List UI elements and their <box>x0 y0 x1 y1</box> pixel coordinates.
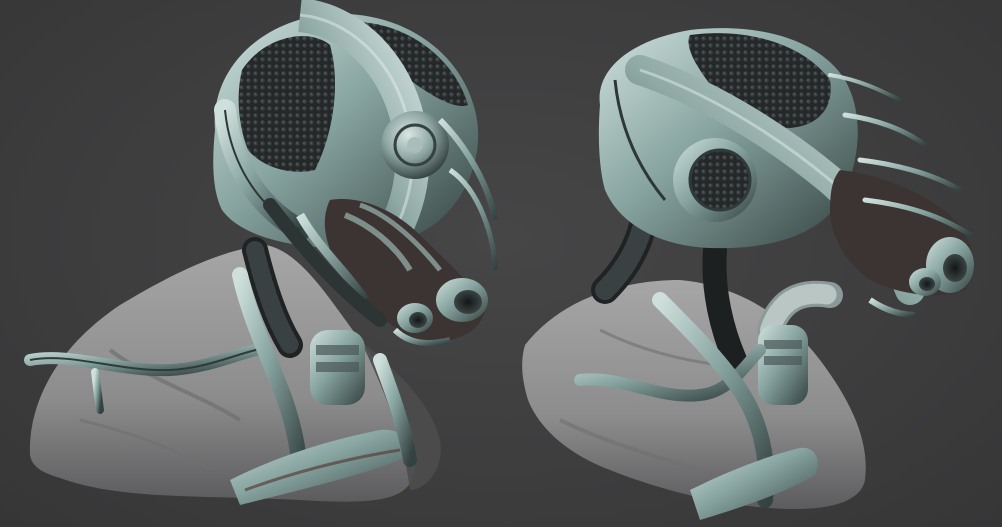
render-stage <box>0 0 1002 527</box>
three-quarter-view <box>24 0 498 505</box>
side-view <box>522 28 974 520</box>
sculpt-render-canvas <box>24 0 974 520</box>
